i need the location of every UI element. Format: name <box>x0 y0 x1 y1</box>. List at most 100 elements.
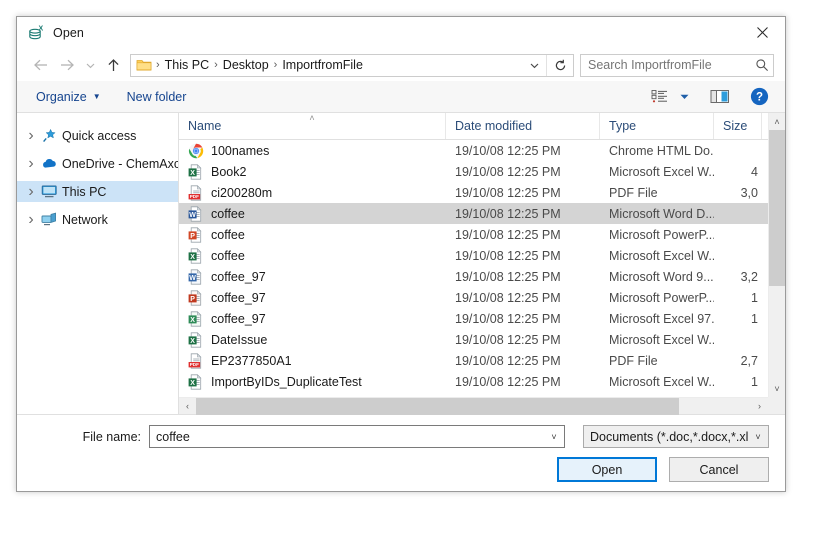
scroll-up-arrow-icon[interactable]: ˄ <box>769 113 785 130</box>
table-row[interactable]: Xcoffee19/10/08 12:25 PMMicrosoft Excel … <box>179 245 785 266</box>
open-file-dialog: X Open <box>16 16 786 492</box>
sidebar-item-network[interactable]: › Network <box>17 209 178 230</box>
chevron-right-icon[interactable]: › <box>23 211 39 229</box>
file-date-cell: 19/10/08 12:25 PM <box>446 165 600 179</box>
file-date-cell: 19/10/08 12:25 PM <box>446 270 600 284</box>
address-bar[interactable]: › This PC › Desktop › ImportfromFile <box>130 54 574 77</box>
breadcrumb-this-pc[interactable]: This PC <box>161 55 213 76</box>
close-icon[interactable] <box>739 17 785 48</box>
view-dropdown-icon[interactable] <box>674 90 695 103</box>
scroll-down-arrow-icon[interactable]: ˅ <box>769 380 785 397</box>
sidebar-item-label: OneDrive - ChemAxc <box>62 157 178 171</box>
navigation-sidebar: › Quick access › OneDrive - ChemAxc <box>17 113 179 414</box>
file-type-cell: Chrome HTML Do... <box>600 144 714 158</box>
command-bar: Organize ▼ New folder <box>17 81 785 113</box>
table-row[interactable]: Wcoffee19/10/08 12:25 PMMicrosoft Word D… <box>179 203 785 224</box>
table-row[interactable]: 100names19/10/08 12:25 PMChrome HTML Do.… <box>179 140 785 161</box>
horizontal-scrollbar-thumb[interactable] <box>196 398 679 415</box>
file-name-label: DateIssue <box>211 333 267 347</box>
title-bar: X Open <box>17 17 785 49</box>
chevron-down-icon[interactable]: ˅ <box>544 432 564 442</box>
file-date-cell: 19/10/08 12:25 PM <box>446 312 600 326</box>
chevron-down-icon[interactable] <box>522 55 546 76</box>
table-row[interactable]: Wcoffee_9719/10/08 12:25 PMMicrosoft Wor… <box>179 266 785 287</box>
preview-pane-icon[interactable] <box>705 87 735 106</box>
dialog-footer: File name: ˅ Documents (*.doc,*.docx,*.x… <box>17 415 785 491</box>
arrow-up-icon[interactable] <box>100 53 126 77</box>
folder-icon <box>136 58 152 72</box>
network-icon <box>39 212 59 227</box>
file-name-cell: Pcoffee_97 <box>179 290 446 306</box>
horizontal-scrollbar-track[interactable] <box>196 398 751 415</box>
arrow-right-icon[interactable] <box>54 53 80 77</box>
file-rows-container: 100names19/10/08 12:25 PMChrome HTML Do.… <box>179 140 785 414</box>
file-name-cell: Pcoffee <box>179 227 446 243</box>
sort-ascending-icon: ˄ <box>309 114 314 123</box>
column-header-label: Date modified <box>455 119 532 133</box>
new-folder-button[interactable]: New folder <box>119 87 195 107</box>
search-input[interactable] <box>581 57 751 73</box>
table-row[interactable]: Xcoffee_9719/10/08 12:25 PMMicrosoft Exc… <box>179 308 785 329</box>
search-icon <box>751 58 773 72</box>
column-header-date-modified[interactable]: Date modified <box>446 113 600 139</box>
table-row[interactable]: PDFci200280m19/10/08 12:25 PMPDF File3,0 <box>179 182 785 203</box>
file-size-cell: 3,0 <box>714 186 762 200</box>
chevron-right-icon[interactable]: › <box>23 155 39 173</box>
filename-input[interactable] <box>150 429 544 445</box>
file-name-label: ci200280m <box>211 186 272 200</box>
table-row[interactable]: XBook219/10/08 12:25 PMMicrosoft Excel W… <box>179 161 785 182</box>
file-name-cell: XImportByIDs_DuplicateTest <box>179 374 446 390</box>
column-header-label: Type <box>609 119 636 133</box>
column-header-name[interactable]: ˄ Name <box>179 113 446 139</box>
file-date-cell: 19/10/08 12:25 PM <box>446 186 600 200</box>
file-name-cell: Xcoffee <box>179 248 446 264</box>
vertical-scrollbar-thumb[interactable] <box>769 130 785 286</box>
sidebar-item-onedrive[interactable]: › OneDrive - ChemAxc <box>17 153 178 174</box>
search-box[interactable] <box>580 54 774 77</box>
file-name-label: ImportByIDs_DuplicateTest <box>211 375 362 389</box>
file-name-cell: PDFEP2377850A1 <box>179 353 446 369</box>
column-header-type[interactable]: Type <box>600 113 714 139</box>
file-type-filter-combobox[interactable]: Documents (*.doc,*.docx,*.xls,* ˅ <box>583 425 769 448</box>
svg-text:X: X <box>190 317 195 324</box>
table-row[interactable]: PDFEP2377850A119/10/08 12:25 PMPDF File2… <box>179 350 785 371</box>
arrow-left-icon[interactable] <box>28 53 54 77</box>
chevron-down-icon[interactable] <box>80 53 100 77</box>
sidebar-item-this-pc[interactable]: › This PC <box>17 181 178 202</box>
svg-text:?: ? <box>756 92 763 104</box>
file-name-cell: XBook2 <box>179 164 446 180</box>
table-row[interactable]: Pcoffee_9719/10/08 12:25 PMMicrosoft Pow… <box>179 287 785 308</box>
scroll-left-arrow-icon[interactable]: ‹ <box>179 401 196 411</box>
refresh-icon[interactable] <box>546 55 573 76</box>
chevron-right-icon[interactable]: › <box>23 127 39 145</box>
pdf-icon: PDF <box>188 185 204 201</box>
file-date-cell: 19/10/08 12:25 PM <box>446 333 600 347</box>
organize-button[interactable]: Organize ▼ <box>28 87 109 107</box>
help-icon[interactable]: ? <box>745 85 774 108</box>
sidebar-item-quick-access[interactable]: › Quick access <box>17 125 178 146</box>
table-row[interactable]: Pcoffee19/10/08 12:25 PMMicrosoft PowerP… <box>179 224 785 245</box>
file-size-cell: 2,7 <box>714 354 762 368</box>
excel-icon: X <box>188 248 204 264</box>
file-name-label: 100names <box>211 144 269 158</box>
vertical-scrollbar[interactable]: ˄ ˅ <box>768 113 785 397</box>
breadcrumb-importfromfile[interactable]: ImportfromFile <box>278 55 367 76</box>
chevron-right-icon[interactable]: › <box>23 183 39 201</box>
cancel-button[interactable]: Cancel <box>669 457 769 482</box>
file-name-cell: Xcoffee_97 <box>179 311 446 327</box>
column-header-size[interactable]: Size <box>714 113 762 139</box>
open-button[interactable]: Open <box>557 457 657 482</box>
file-name-cell: Wcoffee <box>179 206 446 222</box>
table-row[interactable]: XImportByIDs_DuplicateTest19/10/08 12:25… <box>179 371 785 392</box>
file-name-label: coffee <box>211 228 245 242</box>
table-row[interactable]: XDateIssue19/10/08 12:25 PMMicrosoft Exc… <box>179 329 785 350</box>
column-header-label: Name <box>188 119 221 133</box>
svg-text:X: X <box>190 170 195 177</box>
scroll-right-arrow-icon[interactable]: › <box>751 401 768 411</box>
chevron-down-icon[interactable]: ˅ <box>748 432 768 442</box>
view-list-icon[interactable] <box>646 87 674 106</box>
horizontal-scrollbar[interactable]: ‹ › <box>179 397 768 414</box>
file-type-cell: Microsoft Excel 97... <box>600 312 714 326</box>
filename-combobox[interactable]: ˅ <box>149 425 565 448</box>
breadcrumb-desktop[interactable]: Desktop <box>219 55 273 76</box>
